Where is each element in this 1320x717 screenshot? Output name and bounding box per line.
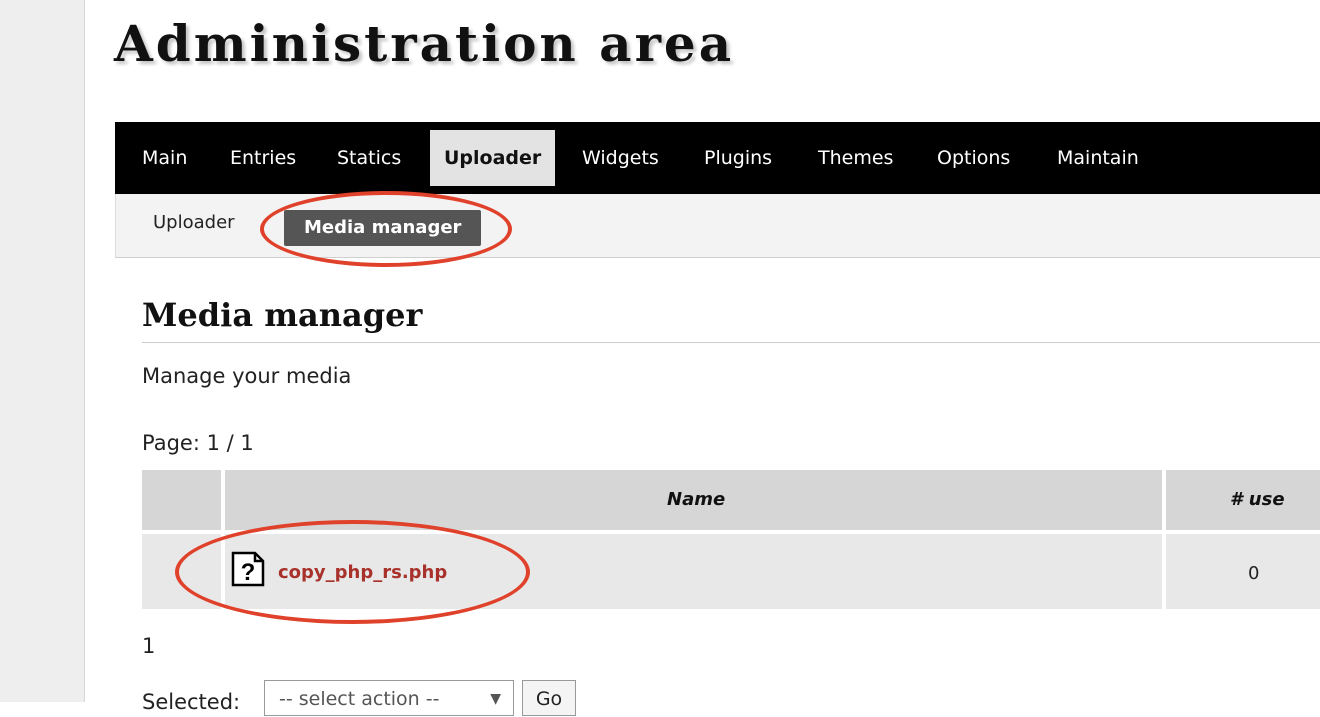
bulk-action-label: Selected: xyxy=(142,690,241,714)
unknown-file-icon: ? xyxy=(231,551,265,587)
media-table: Name # use ? copy_php_rs.php 0 xyxy=(142,466,1320,612)
tab-main[interactable]: Main xyxy=(142,130,187,186)
page-title: Administration area xyxy=(114,14,735,73)
tab-entries[interactable]: Entries xyxy=(230,130,296,186)
use-count: 0 xyxy=(1248,563,1260,584)
tab-themes[interactable]: Themes xyxy=(818,130,893,186)
tab-plugins[interactable]: Plugins xyxy=(704,130,772,186)
section-divider xyxy=(142,342,1320,343)
svg-text:?: ? xyxy=(241,559,256,586)
row-use-cell xyxy=(1166,534,1320,609)
header-use: # use xyxy=(1230,489,1285,510)
header-cell-name: Name xyxy=(225,470,1162,530)
tab-maintain[interactable]: Maintain xyxy=(1057,130,1139,186)
page-info: Page: 1 / 1 xyxy=(142,431,254,455)
pagination-page[interactable]: 1 xyxy=(142,634,155,658)
header-cell-use: # use xyxy=(1166,470,1320,530)
header-name: Name xyxy=(667,489,726,510)
sub-nav: Uploader Media manager xyxy=(115,194,1320,258)
row-select-cell xyxy=(142,534,221,609)
bulk-action-value: -- select action -- xyxy=(279,688,440,710)
main-nav: Main Entries Statics Uploader Widgets Pl… xyxy=(115,122,1320,194)
subtab-uploader[interactable]: Uploader xyxy=(153,212,235,233)
bulk-action-select[interactable]: -- select action -- ▼ xyxy=(264,680,514,716)
file-link[interactable]: copy_php_rs.php xyxy=(278,562,447,583)
chevron-down-icon: ▼ xyxy=(490,691,501,707)
subtab-media-manager[interactable]: Media manager xyxy=(284,210,482,246)
section-description: Manage your media xyxy=(142,364,352,388)
left-sidebar-gutter xyxy=(0,0,85,702)
section-title: Media manager xyxy=(142,296,423,334)
tab-uploader[interactable]: Uploader xyxy=(430,130,556,186)
tab-widgets[interactable]: Widgets xyxy=(582,130,659,186)
tab-options[interactable]: Options xyxy=(937,130,1010,186)
header-cell-select xyxy=(142,470,221,530)
go-button[interactable]: Go xyxy=(522,680,576,716)
tab-statics[interactable]: Statics xyxy=(337,130,401,186)
